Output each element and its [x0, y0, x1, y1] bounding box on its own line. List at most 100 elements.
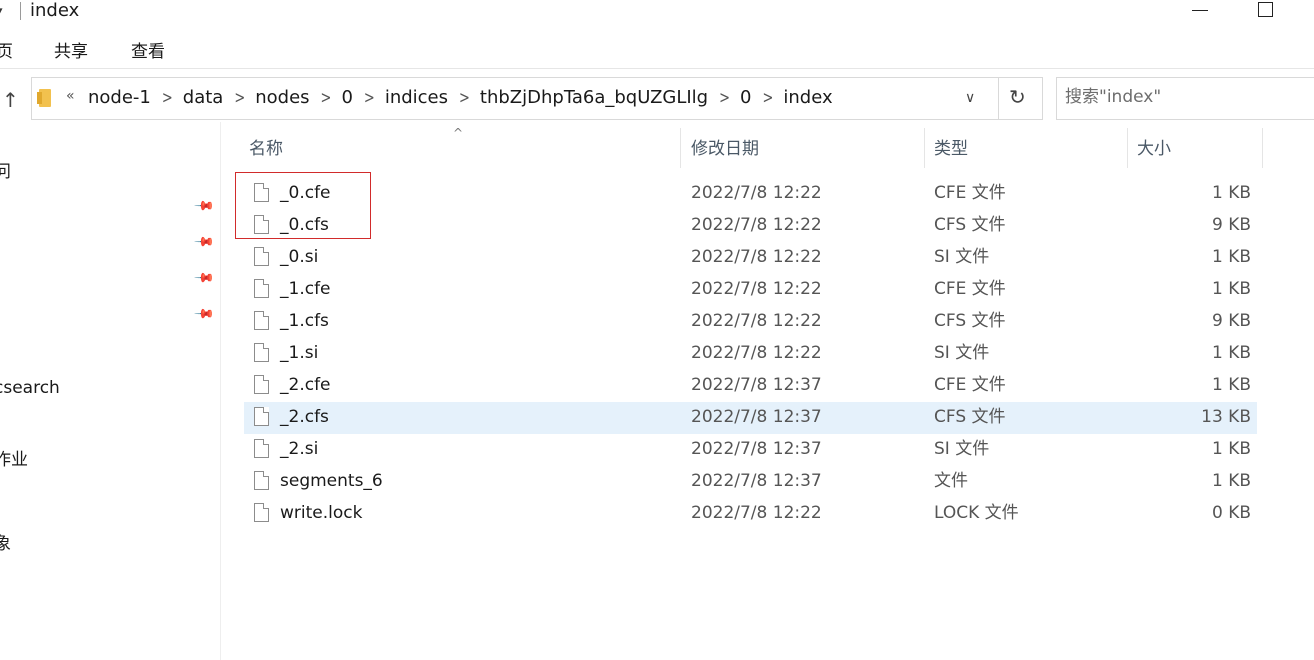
minimize-button[interactable] — [1186, 0, 1216, 24]
column-header-size[interactable]: 大小 — [1137, 138, 1171, 160]
file-icon — [254, 471, 269, 490]
search-input[interactable] — [1065, 87, 1305, 107]
file-icon — [254, 407, 269, 426]
pin-icon[interactable]: 📌 — [193, 267, 215, 289]
nav-item-1[interactable]: 问 — [0, 161, 11, 183]
file-size: 0 KB — [1211, 503, 1251, 523]
chevron-right-icon[interactable]: > — [229, 88, 255, 108]
file-name: _0.si — [280, 247, 319, 267]
file-modified-date: 2022/7/8 12:22 — [691, 279, 822, 299]
file-icon — [254, 375, 269, 394]
file-size: 1 KB — [1211, 343, 1251, 363]
chevron-down-icon[interactable]: ∨ — [965, 90, 975, 106]
file-row[interactable]: _0.si 2022/7/8 12:22 SI 文件 1 KB — [244, 242, 1257, 274]
file-type: CFE 文件 — [934, 183, 1006, 203]
pin-icon[interactable]: 📌 — [193, 195, 215, 217]
file-icon — [254, 503, 269, 522]
file-modified-date: 2022/7/8 12:22 — [691, 215, 822, 235]
breadcrumb-indices[interactable]: indices — [385, 86, 454, 110]
nav-item-4[interactable]: 象 — [0, 533, 11, 555]
file-name: _2.cfs — [280, 407, 329, 427]
breadcrumb-index-uuid[interactable]: thbZjDhpTa6a_bqUZGLIlg — [480, 86, 714, 110]
folder-icon — [37, 89, 51, 107]
file-name: _1.cfe — [280, 279, 331, 299]
file-modified-date: 2022/7/8 12:37 — [691, 407, 822, 427]
file-type: CFS 文件 — [934, 311, 1006, 331]
tab-home[interactable]: 页 — [0, 40, 13, 64]
file-modified-date: 2022/7/8 12:37 — [691, 439, 822, 459]
file-size: 1 KB — [1211, 183, 1251, 203]
breadcrumb-nodes[interactable]: nodes — [255, 86, 315, 110]
file-row[interactable]: write.lock 2022/7/8 12:22 LOCK 文件 0 KB — [244, 498, 1257, 530]
file-row[interactable]: segments_6 2022/7/8 12:37 文件 1 KB — [244, 466, 1257, 498]
file-row[interactable]: _0.cfs 2022/7/8 12:22 CFS 文件 9 KB — [244, 210, 1257, 242]
breadcrumb-data[interactable]: data — [183, 86, 230, 110]
title-bar: ▾ index — [0, 0, 1314, 30]
tab-share[interactable]: 共享 — [54, 40, 88, 64]
refresh-icon[interactable]: ↻ — [1009, 85, 1026, 109]
pin-icon[interactable]: 📌 — [193, 231, 215, 253]
file-icon — [254, 343, 269, 362]
file-row[interactable]: _1.si 2022/7/8 12:22 SI 文件 1 KB — [244, 338, 1257, 370]
file-modified-date: 2022/7/8 12:22 — [691, 343, 822, 363]
breadcrumb-0[interactable]: 0 — [341, 86, 358, 110]
chevron-right-icon[interactable]: > — [316, 88, 342, 108]
file-row[interactable]: _2.cfe 2022/7/8 12:37 CFE 文件 1 KB — [244, 370, 1257, 402]
column-header-name[interactable]: 名称 — [249, 138, 283, 160]
column-header-date[interactable]: 修改日期 — [691, 138, 759, 160]
nav-item-3[interactable]: 作业 — [0, 449, 28, 471]
file-name: _2.si — [280, 439, 319, 459]
file-size: 9 KB — [1211, 311, 1251, 331]
app-menu-icon[interactable]: ▾ — [0, 4, 3, 19]
file-row[interactable]: _0.cfe 2022/7/8 12:22 CFE 文件 1 KB — [244, 178, 1257, 210]
chevron-right-icon[interactable]: > — [714, 88, 740, 108]
chevron-right-icon[interactable]: > — [757, 88, 783, 108]
file-size: 1 KB — [1211, 439, 1251, 459]
breadcrumb-index[interactable]: index — [783, 86, 838, 110]
column-header-type[interactable]: 类型 — [934, 138, 968, 160]
file-row[interactable]: _2.cfs 2022/7/8 12:37 CFS 文件 13 KB — [244, 402, 1257, 434]
file-modified-date: 2022/7/8 12:22 — [691, 311, 822, 331]
file-type: CFS 文件 — [934, 215, 1006, 235]
file-name: write.lock — [280, 503, 363, 523]
file-size: 1 KB — [1211, 471, 1251, 491]
nav-item-2[interactable]: csearch — [0, 377, 60, 399]
search-box[interactable] — [1056, 77, 1314, 120]
file-type: 文件 — [934, 471, 968, 491]
file-size: 1 KB — [1211, 279, 1251, 299]
address-bar[interactable]: « node-1 > data > nodes > 0 > indices > thbZj… — [31, 77, 1043, 120]
maximize-button[interactable] — [1252, 0, 1280, 24]
file-modified-date: 2022/7/8 12:37 — [691, 375, 822, 395]
file-row[interactable]: _1.cfs 2022/7/8 12:22 CFS 文件 9 KB — [244, 306, 1257, 338]
file-type: SI 文件 — [934, 247, 990, 267]
chevron-right-icon[interactable]: > — [359, 88, 385, 108]
address-divider — [998, 78, 999, 119]
up-arrow-icon[interactable]: ↑ — [2, 88, 19, 112]
file-row[interactable]: _1.cfe 2022/7/8 12:22 CFE 文件 1 KB — [244, 274, 1257, 306]
column-divider[interactable] — [680, 128, 681, 168]
chevron-right-icon[interactable]: > — [157, 88, 183, 108]
file-name: _1.si — [280, 343, 319, 363]
breadcrumb-overflow-icon[interactable]: « — [66, 88, 75, 104]
window-title: index — [30, 0, 80, 21]
ribbon-tabs: 页 共享 查看 — [0, 36, 1314, 69]
file-type: SI 文件 — [934, 439, 990, 459]
file-type: CFS 文件 — [934, 407, 1006, 427]
file-modified-date: 2022/7/8 12:22 — [691, 183, 822, 203]
file-size: 1 KB — [1211, 375, 1251, 395]
file-row[interactable]: _2.si 2022/7/8 12:37 SI 文件 1 KB — [244, 434, 1257, 466]
annotation-highlight-box — [235, 172, 371, 239]
file-name: segments_6 — [280, 471, 383, 491]
file-type: CFE 文件 — [934, 375, 1006, 395]
column-divider[interactable] — [924, 128, 925, 168]
breadcrumb-shard-0[interactable]: 0 — [740, 86, 757, 110]
column-divider[interactable] — [1262, 128, 1263, 168]
tab-view[interactable]: 查看 — [131, 40, 165, 64]
file-type: CFE 文件 — [934, 279, 1006, 299]
breadcrumb-node-1[interactable]: node-1 — [88, 86, 157, 110]
file-type: LOCK 文件 — [934, 503, 1019, 523]
column-divider[interactable] — [1127, 128, 1128, 168]
chevron-right-icon[interactable]: > — [454, 88, 480, 108]
file-name: _1.cfs — [280, 311, 329, 331]
pin-icon[interactable]: 📌 — [193, 303, 215, 325]
